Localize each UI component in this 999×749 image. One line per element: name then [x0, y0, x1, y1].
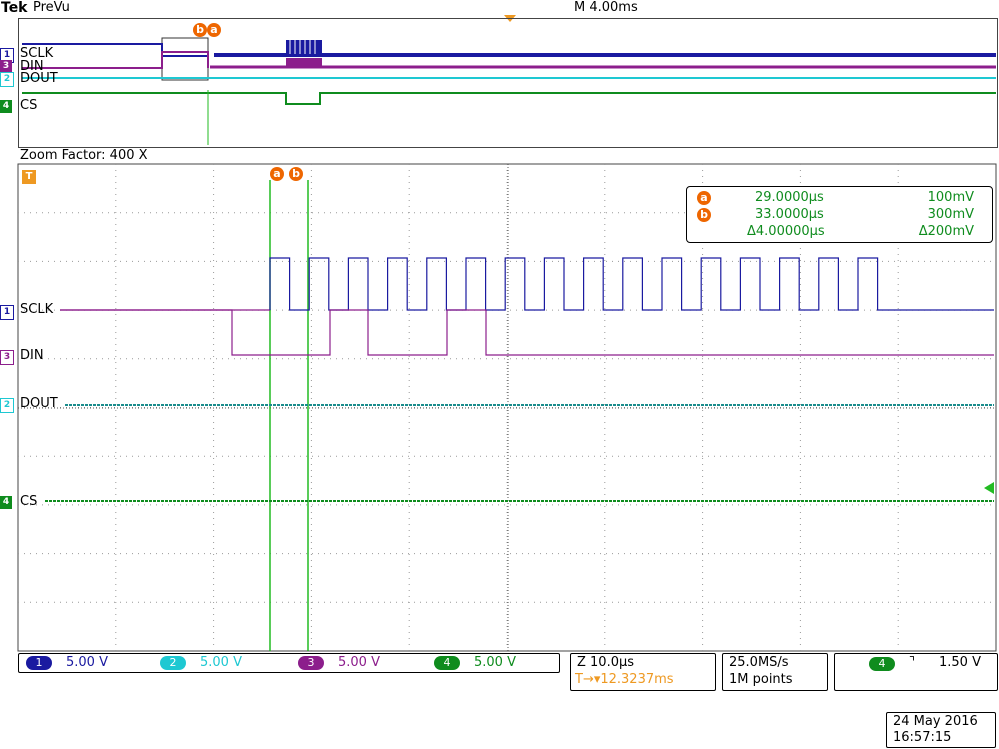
cursor-readout: a 29.0000µs 100mV b 33.0000µs 300mV Δ4.0…	[686, 186, 993, 243]
dout-label: DOUT	[20, 396, 58, 411]
record-length: 1M points	[729, 672, 793, 687]
cursor-delta-volt: Δ200mV	[918, 224, 974, 239]
ch3-scale[interactable]: 5.00 V	[338, 655, 380, 670]
ch4-marker: 4	[0, 496, 12, 509]
trigger-level: 1.50 V	[939, 655, 981, 670]
datetime-panel: 24 May 2016 16:57:15	[886, 712, 996, 748]
cursor-b-marker[interactable]: b	[289, 167, 303, 181]
ch2-marker: 2	[0, 398, 14, 413]
ch1-marker: 1	[0, 305, 14, 320]
ch1-scale-badge[interactable]: 1	[26, 656, 52, 670]
cursor-a-readout-icon: a	[697, 191, 711, 205]
ch2-scale[interactable]: 5.00 V	[200, 655, 242, 670]
cursor-a-time: 29.0000µs	[755, 190, 824, 205]
cursor-a-volt: 100mV	[927, 190, 974, 205]
cursor-b-time: 33.0000µs	[755, 207, 824, 222]
trigger-panel: 4 ⌝ 1.50 V	[834, 653, 998, 691]
cs-label: CS	[20, 494, 38, 509]
time: 16:57:15	[893, 730, 952, 745]
zoom-info-panel: Z 10.0µs T→▾12.3237ms	[570, 653, 716, 691]
cursor-delta-time: Δ4.00000µs	[747, 224, 825, 239]
din-label: DIN	[20, 348, 44, 363]
trigger-source-badge[interactable]: 4	[869, 657, 895, 671]
zoom-traces	[45, 180, 994, 651]
date: 24 May 2016	[893, 714, 978, 729]
ch1-scale[interactable]: 5.00 V	[66, 655, 108, 670]
trigger-slope-icon: ⌝	[909, 655, 916, 670]
cursor-b-readout-icon: b	[697, 208, 711, 222]
ch4-scale[interactable]: 5.00 V	[474, 655, 516, 670]
sample-rate: 25.0MS/s	[729, 655, 789, 670]
cursor-b-volt: 300mV	[927, 207, 974, 222]
ch2-scale-badge[interactable]: 2	[160, 656, 186, 670]
zoom-trigger-icon: T	[22, 170, 36, 184]
sclk-label: SCLK	[20, 302, 54, 317]
ch3-scale-badge[interactable]: 3	[298, 656, 324, 670]
zoom-scale: Z 10.0µs	[577, 655, 635, 670]
cursor-a-marker[interactable]: a	[270, 167, 284, 181]
ch4-scale-badge[interactable]: 4	[434, 656, 460, 670]
acquisition-panel: 25.0MS/s 1M points	[722, 653, 828, 691]
ch3-marker: 3	[0, 350, 14, 365]
zoom-position: T→▾12.3237ms	[575, 672, 674, 687]
